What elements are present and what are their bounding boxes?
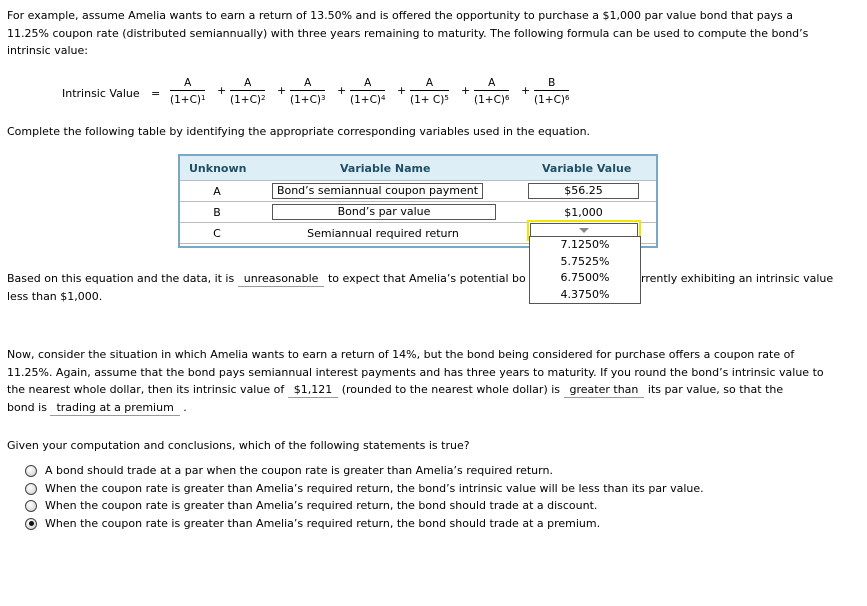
plus-sign: + — [397, 84, 407, 97]
variable-name-field[interactable]: Bond’s par value — [272, 204, 496, 220]
scenario-text: its par value, so that the — [647, 383, 784, 396]
radio-button[interactable] — [25, 482, 37, 495]
plus-sign: + — [217, 84, 227, 97]
scenario-text: the nearest whole dollar, then its intri… — [7, 383, 285, 396]
plus-sign: + — [461, 84, 471, 97]
dropdown-option[interactable]: 7.1250% — [530, 237, 640, 254]
scenario-text: bond is — [7, 400, 47, 414]
variable-name-cell: Semiannual required return — [307, 227, 459, 240]
comparison-select[interactable]: greater than — [563, 383, 645, 398]
header-variable-name: Variable Name — [340, 162, 431, 175]
radio-button-selected[interactable] — [25, 517, 37, 530]
intro-paragraph: For example, assume Amelia wants to earn… — [7, 7, 847, 60]
scenario-paragraph: Now, consider the situation in which Ame… — [7, 346, 837, 416]
numerator: A — [230, 77, 266, 91]
numerator: B — [534, 77, 570, 91]
reasonableness-select[interactable]: unreasonable — [237, 272, 325, 287]
equals-sign: = — [151, 87, 161, 100]
reasoning-text: Based on this equation and the data, it … — [7, 272, 235, 285]
variable-value-field[interactable]: $56.25 — [528, 183, 639, 199]
exponent: 4 — [381, 94, 386, 102]
fraction-term: A (1+ C)5 — [410, 77, 449, 107]
exponent: 5 — [444, 94, 449, 102]
table-header: Unknown Variable Name Variable Value — [180, 156, 656, 180]
reasoning-text: to expect that Amelia’s potential bo — [327, 272, 526, 285]
scenario-text: . — [183, 400, 187, 414]
plus-sign: + — [337, 84, 347, 97]
denominator: (1+C) — [474, 94, 506, 106]
plus-sign: + — [521, 84, 531, 97]
exponent: 3 — [321, 94, 326, 102]
denominator: (1+C) — [350, 94, 382, 106]
table-instruction: Complete the following table by identify… — [7, 125, 591, 138]
radio-button[interactable] — [25, 500, 37, 512]
header-variable-value: Variable Value — [542, 162, 632, 175]
equation-label: Intrinsic Value — [62, 87, 140, 100]
intrinsic-value-select[interactable]: $1,121 — [287, 383, 339, 398]
intro-line: For example, assume Amelia wants to earn… — [7, 9, 793, 22]
fraction-term: A (1+C)2 — [230, 77, 266, 107]
denominator: (1+C) — [170, 94, 202, 106]
fraction-term: A (1+C)4 — [350, 77, 386, 107]
header-unknown: Unknown — [189, 162, 247, 175]
variable-name-field[interactable]: Bond’s semiannual coupon payment — [272, 183, 483, 199]
exponent: 6 — [505, 94, 510, 102]
question-text: Given your computation and conclusions, … — [7, 439, 470, 452]
denominator: (1+C) — [534, 94, 566, 106]
option-label: When the coupon rate is greater than Ame… — [45, 481, 704, 495]
option-label: When the coupon rate is greater than Ame… — [45, 516, 601, 530]
denominator: (1+ C) — [410, 94, 445, 106]
option-label: When the coupon rate is greater than Ame… — [45, 499, 598, 512]
radio-button[interactable] — [25, 465, 37, 477]
denominator: (1+C) — [290, 94, 322, 106]
exponent: 2 — [261, 94, 266, 102]
trading-status-select[interactable]: trading at a premium — [50, 401, 180, 416]
option-label: A bond should trade at a par when the co… — [45, 464, 553, 477]
variable-value-cell: $1,000 — [564, 206, 603, 219]
fraction-term: A (1+C)1 — [170, 77, 206, 107]
intro-line: 11.25% coupon rate (distributed semiannu… — [7, 26, 809, 40]
dropdown-option[interactable]: 6.7500% — [530, 270, 640, 287]
numerator: A — [474, 77, 510, 91]
scenario-text: 11.25%. Again, assume that the bond pays… — [7, 365, 824, 379]
fraction-term: A (1+C)3 — [290, 77, 326, 107]
reasoning-text: less than $1,000. — [7, 289, 103, 303]
unknown-cell: B — [213, 206, 221, 219]
dropdown-option[interactable]: 5.7525% — [530, 254, 640, 271]
exponent: 6 — [565, 94, 570, 102]
scenario-text: (rounded to the nearest whole dollar) is — [341, 383, 561, 396]
dropdown-option[interactable]: 4.3750% — [530, 287, 640, 304]
reasoning-paragraph: Based on this equation and the data, it … — [7, 270, 837, 305]
fraction-term: A (1+C)6 — [474, 77, 510, 107]
fraction-term: B (1+C)6 — [534, 77, 570, 107]
plus-sign: + — [277, 84, 287, 97]
numerator: A — [350, 77, 386, 91]
exponent: 1 — [201, 94, 206, 102]
unknown-cell: A — [213, 185, 221, 198]
denominator: (1+C) — [230, 94, 262, 106]
numerator: A — [290, 77, 326, 91]
dropdown-menu: 7.1250% 5.7525% 6.7500% 4.3750% — [529, 236, 641, 304]
table-row: A Bond’s semiannual coupon payment $56.2… — [180, 181, 656, 202]
reasoning-text: rrently exhibiting an intrinsic value — [641, 272, 834, 285]
numerator: A — [170, 77, 206, 91]
dropdown-arrow-icon[interactable] — [579, 228, 589, 233]
unknown-cell: C — [213, 227, 221, 240]
intro-line: intrinsic value: — [7, 44, 88, 57]
scenario-text: Now, consider the situation in which Ame… — [7, 348, 795, 361]
numerator: A — [410, 77, 449, 91]
